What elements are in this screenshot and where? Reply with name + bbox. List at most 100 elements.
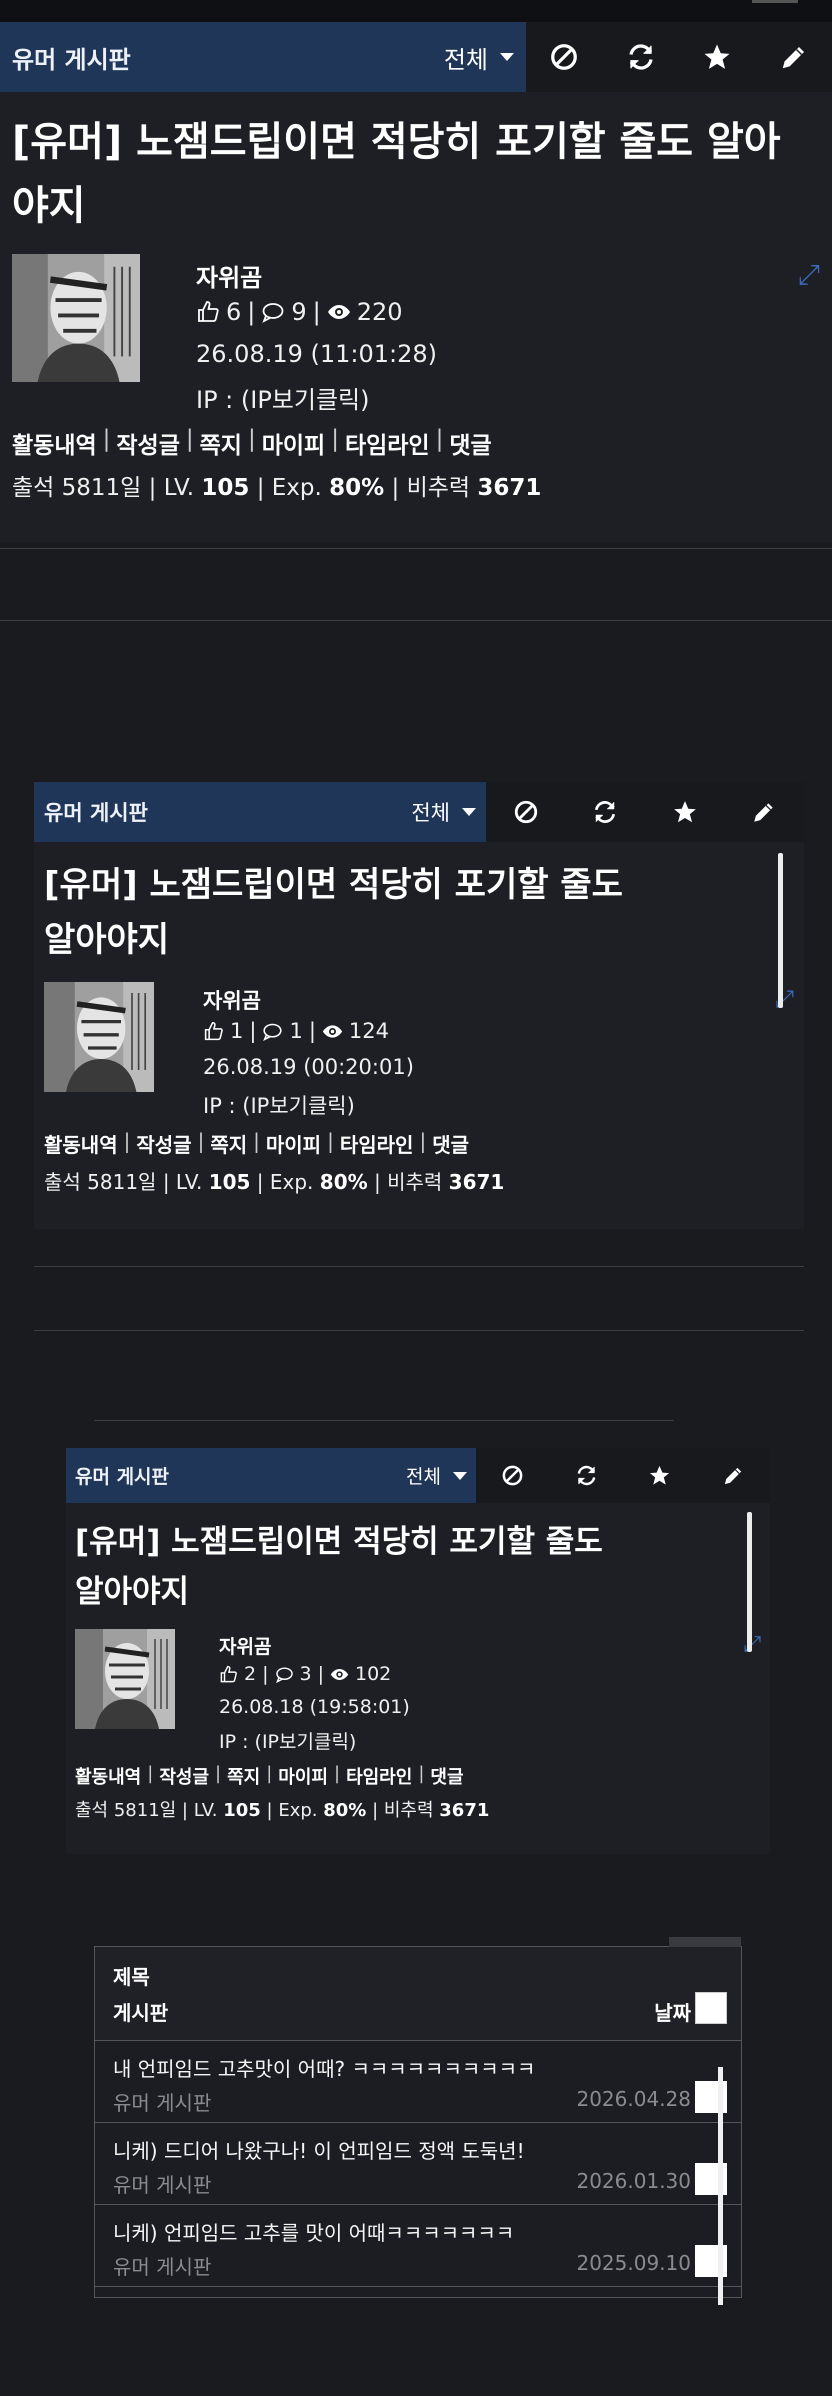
- pencil-icon[interactable]: [751, 799, 777, 825]
- attendance: 출석 5811일 |: [12, 475, 157, 501]
- list-header: 제목 게시판 날짜: [95, 1947, 741, 2041]
- block-icon[interactable]: [549, 42, 579, 72]
- column-title-header: 제목: [113, 1965, 150, 1989]
- thumbs-up-icon: [196, 300, 220, 324]
- profile-link[interactable]: 마이피: [278, 1763, 328, 1789]
- row-title[interactable]: 내 언피임드 고추맛이 어때? ㅋㅋㅋㅋㅋㅋㅋㅋㅋㅋ: [113, 2053, 535, 2082]
- separator: |: [123, 1129, 131, 1153]
- thumbs-up-icon: [219, 1665, 238, 1684]
- refresh-icon[interactable]: [626, 42, 656, 72]
- ratio-label: | 비추력: [391, 475, 471, 501]
- row-title[interactable]: 니케) 언피임드 고추를 맛이 어때ㅋㅋㅋㅋㅋㅋㅋ: [113, 2217, 514, 2246]
- author-name[interactable]: 자위곰: [203, 985, 261, 1015]
- filter-dropdown[interactable]: 전체: [406, 1462, 467, 1489]
- separator: |: [308, 1019, 316, 1043]
- separator: |: [262, 1663, 269, 1685]
- row-title[interactable]: 니케) 드디어 나왔구나! 이 언피임드 정액 도둑년!: [113, 2135, 525, 2164]
- filter-dropdown[interactable]: 전체: [411, 797, 476, 827]
- profile-link[interactable]: 마이피: [262, 426, 325, 460]
- eye-icon: [327, 300, 351, 324]
- pencil-icon[interactable]: [779, 42, 809, 72]
- list-row[interactable]: 니케) 드디어 나왔구나! 이 언피임드 정액 도둑년! 유머 게시판 2026…: [95, 2123, 741, 2205]
- profile-link[interactable]: 마이피: [266, 1129, 321, 1158]
- chevron-down-icon: [462, 808, 476, 816]
- ip-link[interactable]: IP : (IP보기클릭): [196, 380, 370, 415]
- profile-link[interactable]: 댓글: [430, 1763, 463, 1789]
- profile-link[interactable]: 댓글: [432, 1129, 469, 1158]
- filter-dropdown[interactable]: 전체: [444, 40, 514, 75]
- profile-link[interactable]: 활동내역: [44, 1129, 118, 1158]
- level-value: 105: [223, 1800, 261, 1821]
- star-icon[interactable]: [672, 799, 698, 825]
- separator: |: [197, 1129, 205, 1153]
- refresh-icon[interactable]: [592, 799, 618, 825]
- star-icon[interactable]: [702, 42, 732, 72]
- row-board: 유머 게시판: [113, 2091, 212, 2115]
- author-name[interactable]: 자위곰: [219, 1632, 271, 1659]
- chevron-down-icon: [453, 1471, 467, 1480]
- list-tab: [669, 1937, 741, 1947]
- board-name[interactable]: 유머 게시판: [75, 1462, 169, 1489]
- profile-links: 활동내역 | 작성글 | 쪽지 | 마이피 | 타임라인 | 댓글: [12, 426, 492, 460]
- board-bar: 유머 게시판 전체: [34, 782, 486, 842]
- post-datetime: 26.08.18 (19:58:01): [219, 1696, 410, 1718]
- expand-icon[interactable]: ⤢: [798, 258, 820, 292]
- user-level-row: 출석 5811일 | LV. 105 | Exp. 80% | 비추력 3671: [12, 468, 541, 502]
- profile-link[interactable]: 댓글: [449, 426, 491, 460]
- star-icon[interactable]: [648, 1464, 671, 1487]
- ratio-label: | 비추력: [372, 1800, 434, 1821]
- select-all-checkbox[interactable]: [695, 1992, 727, 2024]
- profile-link[interactable]: 작성글: [159, 1763, 209, 1789]
- profile-link[interactable]: 타임라인: [346, 1763, 412, 1789]
- refresh-icon[interactable]: [575, 1464, 598, 1487]
- scrollbar[interactable]: [747, 1512, 752, 1652]
- level-label: LV.: [193, 1800, 218, 1821]
- comment-icon: [261, 300, 285, 324]
- block-icon[interactable]: [501, 1464, 524, 1487]
- ip-link[interactable]: IP : (IP보기클릭): [219, 1727, 356, 1754]
- separator: |: [253, 1129, 260, 1153]
- profile-link[interactable]: 타임라인: [345, 426, 430, 460]
- separator: |: [312, 298, 321, 326]
- scrollbar[interactable]: [778, 853, 783, 1008]
- divider: [0, 548, 832, 549]
- block-icon[interactable]: [513, 799, 539, 825]
- level-value: 105: [208, 1170, 251, 1194]
- board-header: 유머 게시판 전체: [66, 1448, 770, 1503]
- profile-link[interactable]: 쪽지: [227, 1763, 260, 1789]
- comment-count: 9: [291, 298, 307, 326]
- ip-link[interactable]: IP : (IP보기클릭): [203, 1090, 355, 1120]
- profile-link[interactable]: 작성글: [136, 1129, 191, 1158]
- profile-link[interactable]: 쪽지: [210, 1129, 247, 1158]
- post-stats: 2 | 3 | 102: [219, 1663, 391, 1685]
- post-title: [유머] 노잼드립이면 적당히 포기할 줄도 알아야지: [75, 1524, 603, 1610]
- list-row[interactable]: 니케) 언피임드 고추를 맛이 어때ㅋㅋㅋㅋㅋㅋㅋ 유머 게시판 2025.09…: [95, 2205, 741, 2287]
- level-label: LV.: [163, 475, 195, 501]
- exp-value: 80%: [329, 475, 385, 501]
- profile-link[interactable]: 타임라인: [340, 1129, 414, 1158]
- column-date-header[interactable]: 날짜: [654, 1997, 691, 2026]
- list-scrollbar[interactable]: [718, 2067, 723, 2305]
- avatar[interactable]: [44, 982, 154, 1092]
- profile-link[interactable]: 작성글: [116, 426, 179, 460]
- separator: |: [249, 1019, 257, 1043]
- separator: |: [185, 426, 194, 452]
- recent-posts-list: 제목 게시판 날짜 내 언피임드 고추맛이 어때? ㅋㅋㅋㅋㅋㅋㅋㅋㅋㅋ 유머 …: [94, 1937, 742, 2305]
- comment-icon: [262, 1021, 283, 1042]
- avatar[interactable]: [12, 254, 140, 382]
- pencil-icon[interactable]: [722, 1464, 745, 1487]
- profile-link[interactable]: 활동내역: [12, 426, 97, 460]
- row-date: 2026.01.30: [576, 2169, 691, 2193]
- exp-value: 80%: [323, 1800, 367, 1821]
- list-row[interactable]: 내 언피임드 고추맛이 어때? ㅋㅋㅋㅋㅋㅋㅋㅋㅋㅋ 유머 게시판 2026.0…: [95, 2041, 741, 2123]
- board-name[interactable]: 유머 게시판: [12, 40, 131, 75]
- chevron-down-icon: [500, 53, 514, 61]
- separator: |: [435, 426, 444, 452]
- author-name[interactable]: 자위곰: [196, 258, 262, 293]
- divider: [0, 620, 832, 621]
- board-name[interactable]: 유머 게시판: [44, 797, 148, 827]
- profile-link[interactable]: 활동내역: [75, 1763, 141, 1789]
- profile-link[interactable]: 쪽지: [200, 426, 242, 460]
- avatar[interactable]: [75, 1629, 175, 1729]
- profile-links: 활동내역 | 작성글 | 쪽지 | 마이피 | 타임라인 | 댓글: [75, 1763, 464, 1789]
